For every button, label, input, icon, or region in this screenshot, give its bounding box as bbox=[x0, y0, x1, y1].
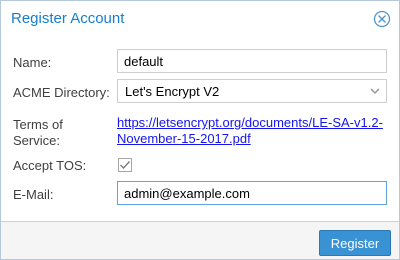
email-input[interactable] bbox=[117, 181, 387, 205]
register-account-dialog: Register Account Name: ACME Directory: L… bbox=[0, 0, 400, 260]
chevron-down-icon[interactable] bbox=[364, 80, 386, 102]
name-label: Name: bbox=[13, 55, 52, 70]
tos-label-line1: Terms of bbox=[13, 117, 63, 132]
tos-link[interactable]: https://letsencrypt.org/documents/LE-SA-… bbox=[117, 115, 387, 147]
accept-tos-checkbox[interactable] bbox=[118, 158, 132, 172]
dialog-titlebar: Register Account bbox=[1, 1, 399, 37]
acme-directory-label: ACME Directory: bbox=[13, 85, 110, 100]
accept-tos-label: Accept TOS: bbox=[13, 158, 87, 173]
dialog-body: Name: ACME Directory: Let's Encrypt V2 T… bbox=[1, 37, 399, 222]
dialog-title: Register Account bbox=[11, 10, 125, 27]
acme-directory-value: Let's Encrypt V2 bbox=[125, 84, 220, 99]
name-input[interactable] bbox=[117, 49, 387, 73]
register-button[interactable]: Register bbox=[319, 230, 391, 256]
acme-directory-combobox[interactable]: Let's Encrypt V2 bbox=[117, 79, 387, 103]
close-icon[interactable] bbox=[373, 10, 391, 28]
email-label: E-Mail: bbox=[13, 187, 54, 202]
tos-label-line2: Service: bbox=[13, 133, 60, 148]
